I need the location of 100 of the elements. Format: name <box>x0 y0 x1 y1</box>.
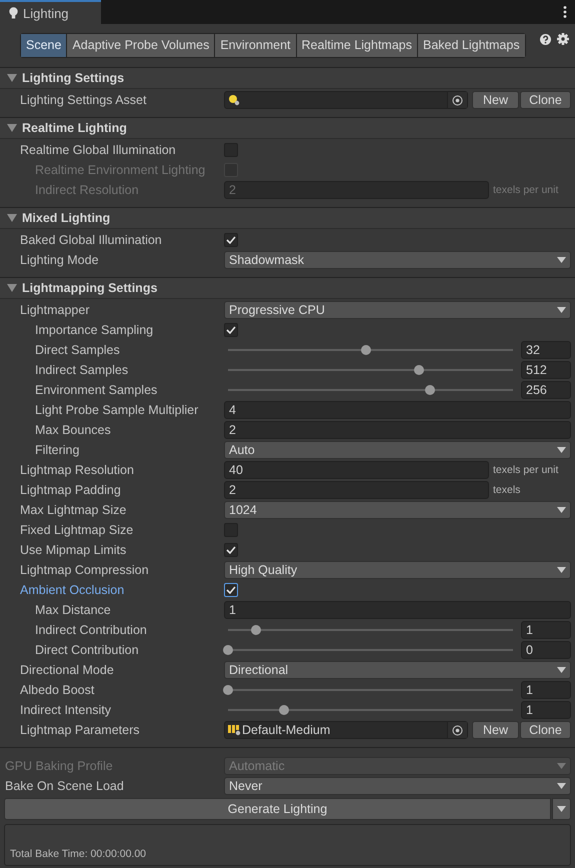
property-label: Albedo Boost <box>19 683 96 697</box>
unit-label: texels per unit <box>493 464 560 476</box>
parameters-icon <box>228 724 241 736</box>
checkbox[interactable] <box>224 543 238 557</box>
property-label: Lightmap Parameters <box>19 723 141 737</box>
property-label: Realtime Global Illumination <box>19 143 177 157</box>
property-label: Indirect Samples <box>34 363 130 377</box>
slider[interactable] <box>224 645 515 655</box>
checkbox[interactable] <box>224 323 238 337</box>
more-menu-icon[interactable] <box>563 6 567 18</box>
unit-label: texels <box>493 484 522 496</box>
caret-icon <box>557 257 566 263</box>
checkbox[interactable] <box>224 233 238 247</box>
slider[interactable] <box>224 685 515 695</box>
tab[interactable]: Baked Lightmaps <box>418 34 525 56</box>
foldout-arrow-icon <box>7 124 17 132</box>
input-field[interactable]: 4 <box>224 401 571 419</box>
property-label: Lighting Mode <box>19 253 100 267</box>
property-label: Environment Samples <box>34 383 158 397</box>
help-icon[interactable] <box>540 34 551 44</box>
slider-thumb[interactable] <box>360 345 371 355</box>
caret-icon <box>557 806 566 812</box>
dropdown[interactable]: 1024 <box>224 501 571 519</box>
input-field[interactable]: 2 <box>224 421 571 439</box>
number-field[interactable]: 1 <box>521 621 571 639</box>
section-header[interactable]: Mixed Lighting <box>0 207 575 229</box>
new-button[interactable]: New <box>472 91 519 109</box>
caret-icon <box>557 567 566 573</box>
property-label: Lightmap Padding <box>19 483 122 497</box>
property-label: Realtime Environment Lighting <box>34 163 206 177</box>
caret-icon <box>557 667 566 673</box>
property-label: Direct Contribution <box>34 643 140 657</box>
caret-icon <box>557 783 566 789</box>
window-tab[interactable]: Lighting <box>0 0 101 24</box>
tab[interactable]: Realtime Lightmaps <box>296 34 417 56</box>
property-label: Light Probe Sample Multiplier <box>34 403 200 417</box>
clone-button[interactable]: Clone <box>520 721 571 739</box>
property-label: Indirect Contribution <box>34 623 148 637</box>
property-label: Ambient Occlusion <box>19 583 126 597</box>
caret-icon <box>557 447 566 453</box>
section-header[interactable]: Lighting Settings <box>0 67 575 89</box>
property-label: Max Bounces <box>34 423 112 437</box>
unit-label: texels per unit <box>493 184 560 196</box>
number-field[interactable]: 1 <box>521 681 571 699</box>
input-field[interactable]: 1 <box>224 601 571 619</box>
slider-thumb[interactable] <box>279 705 290 715</box>
dropdown[interactable]: Progressive CPU <box>224 301 571 319</box>
tab[interactable]: Adaptive Probe Volumes <box>67 34 214 56</box>
property-label: Use Mipmap Limits <box>19 543 128 557</box>
property-label: Max Distance <box>34 603 112 617</box>
foldout-arrow-icon <box>7 214 17 222</box>
property-label: Direct Samples <box>34 343 121 357</box>
foldout-arrow-icon <box>7 284 17 292</box>
new-button[interactable]: New <box>472 721 519 739</box>
slider-thumb[interactable] <box>425 385 436 395</box>
number-field[interactable]: 512 <box>521 361 571 379</box>
property-label: Bake On Scene Load <box>4 779 125 793</box>
slider-thumb[interactable] <box>223 685 233 695</box>
checkbox[interactable] <box>224 583 238 597</box>
dropdown[interactable]: Directional <box>224 661 571 679</box>
tab[interactable]: Scene <box>21 34 66 56</box>
property-label: Indirect Resolution <box>34 183 140 197</box>
property-label: Directional Mode <box>19 663 115 677</box>
property-label: Lightmap Resolution <box>19 463 135 477</box>
caret-icon <box>557 307 566 313</box>
bake-time-text: Total Bake Time: 00:00:00.00 <box>10 848 146 860</box>
input-field[interactable]: 40 <box>224 461 489 479</box>
property-label: Indirect Intensity <box>19 703 112 717</box>
dropdown[interactable]: Shadowmask <box>224 251 571 269</box>
property-label: Lightmap Compression <box>19 563 150 577</box>
property-label: Baked Global Illumination <box>19 233 163 247</box>
number-field[interactable]: 32 <box>521 341 571 359</box>
section-header[interactable]: Lightmapping Settings <box>0 277 575 299</box>
number-field[interactable]: 0 <box>521 641 571 659</box>
slider-thumb[interactable] <box>223 645 233 655</box>
object-field[interactable] <box>224 91 468 109</box>
property-label: Importance Sampling <box>34 323 154 337</box>
tab[interactable]: Environment <box>215 34 296 56</box>
dropdown[interactable]: Never <box>224 777 571 795</box>
dropdown-arrow-button[interactable] <box>552 798 571 820</box>
caret-icon <box>557 763 566 769</box>
section-header[interactable]: Realtime Lighting <box>0 117 575 139</box>
input-field[interactable]: 2 <box>224 481 489 499</box>
property-label: Lighting Settings Asset <box>19 93 148 107</box>
bulb-icon <box>228 94 240 106</box>
property-label: Lightmapper <box>19 303 90 317</box>
number-field[interactable]: 1 <box>521 701 571 719</box>
settings-icon[interactable] <box>557 33 569 45</box>
dropdown[interactable]: Auto <box>224 441 571 459</box>
object-field[interactable]: Default-Medium <box>224 721 468 739</box>
property-label: Filtering <box>34 443 80 457</box>
slider-thumb[interactable] <box>251 625 262 635</box>
foldout-arrow-icon <box>7 74 17 82</box>
generate-lighting-button[interactable]: Generate Lighting <box>4 798 551 820</box>
dropdown[interactable]: High Quality <box>224 561 571 579</box>
slider-thumb[interactable] <box>414 365 424 375</box>
number-field[interactable]: 256 <box>521 381 571 399</box>
clone-button[interactable]: Clone <box>520 91 571 109</box>
target-picker-icon[interactable] <box>447 92 467 108</box>
target-picker-icon[interactable] <box>447 722 467 738</box>
